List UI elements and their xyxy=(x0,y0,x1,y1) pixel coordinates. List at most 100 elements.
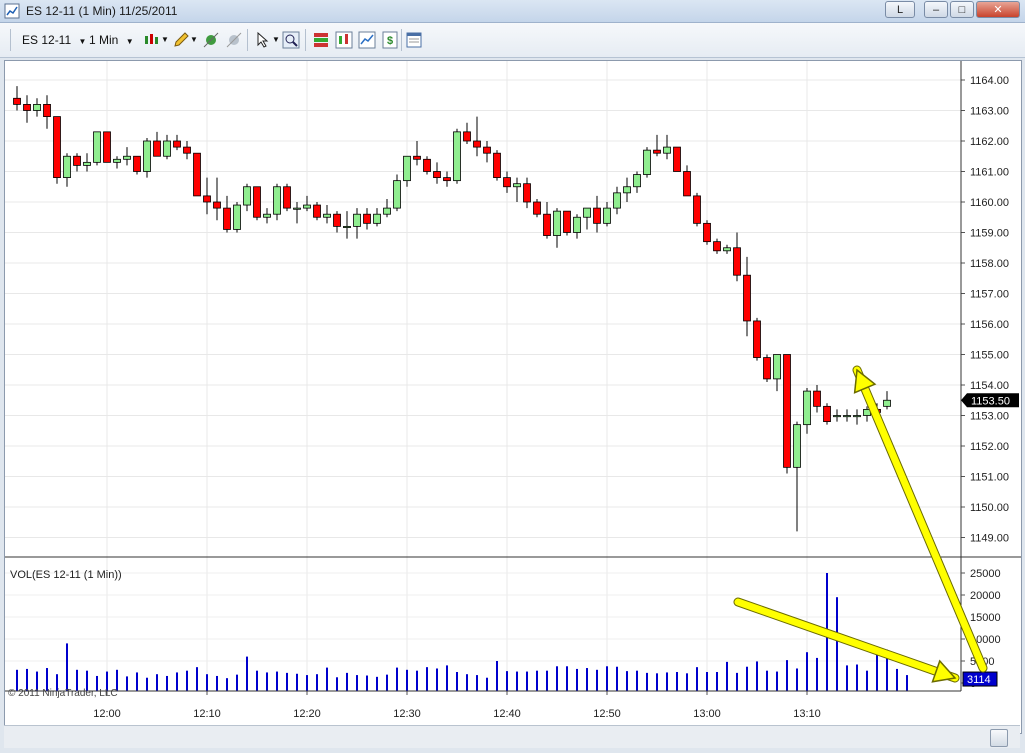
chevron-down-icon[interactable]: ▼ xyxy=(161,31,169,49)
price-tick-label: 1159.00 xyxy=(970,228,1009,240)
candle-down xyxy=(133,155,141,172)
data-box-icon[interactable] xyxy=(405,31,423,49)
chart-properties-icon[interactable] xyxy=(358,31,376,49)
toolbar-separator xyxy=(401,29,402,51)
last-volume-label: 3114 xyxy=(967,674,991,686)
maximize-button[interactable]: □ xyxy=(950,1,974,18)
volume-bar xyxy=(686,673,688,691)
chart-area[interactable]: 1164.00 1163.00 1162.00 1161.00 1160.00 1159.… xyxy=(4,60,1022,734)
volume-bar xyxy=(846,665,848,691)
volume-bar xyxy=(136,672,138,691)
volume-bar xyxy=(726,661,728,691)
volume-bar xyxy=(356,675,358,691)
candle-down xyxy=(43,104,51,118)
chart-canvas[interactable]: 1164.00 1163.00 1162.00 1161.00 1160.00 1159.… xyxy=(5,61,1021,726)
candle-up xyxy=(113,158,121,163)
toolbar-separator xyxy=(247,29,248,51)
candle-up xyxy=(243,186,251,206)
time-tick-label: 12:20 xyxy=(293,708,321,720)
volume-bar xyxy=(276,671,278,691)
interval-selector[interactable]: 1 Min ▼ xyxy=(89,31,134,49)
candle-down xyxy=(193,152,201,197)
volume-bar xyxy=(906,675,908,691)
candle-down xyxy=(73,155,81,166)
time-tick-label: 13:10 xyxy=(793,708,821,720)
volume-bar xyxy=(126,676,128,691)
candle-up xyxy=(663,146,671,154)
price-tick-label: 1156.00 xyxy=(970,319,1009,331)
candle-up xyxy=(773,354,781,380)
volume-bar xyxy=(176,672,178,691)
volume-bar xyxy=(486,677,488,691)
volume-bar xyxy=(666,672,668,691)
candle-down xyxy=(703,222,711,243)
volume-bar xyxy=(156,674,158,691)
strategy-icon[interactable] xyxy=(225,31,243,49)
candle-up xyxy=(573,216,581,233)
volume-bar xyxy=(896,668,898,691)
candle-down xyxy=(443,177,451,182)
volume-bar xyxy=(66,643,68,691)
candle-up xyxy=(263,213,271,218)
candle-down xyxy=(493,152,501,178)
candle-down xyxy=(13,97,21,105)
candle-up xyxy=(123,155,131,160)
candle-down xyxy=(363,213,371,224)
chevron-down-icon: ▼ xyxy=(78,37,87,46)
candle-up xyxy=(643,149,651,175)
volume-bar xyxy=(756,661,758,691)
zoom-icon[interactable] xyxy=(282,31,300,49)
candle-up xyxy=(513,183,521,188)
volume-bar xyxy=(566,666,568,691)
volume-bar xyxy=(286,672,288,691)
candle-down xyxy=(473,140,481,148)
volume-bar xyxy=(676,672,678,691)
volume-bar xyxy=(426,667,428,691)
volume-bar xyxy=(606,666,608,691)
volume-bar xyxy=(216,675,218,691)
candle-up xyxy=(233,204,241,230)
price-tick-label: 1152.00 xyxy=(970,441,1009,453)
link-button[interactable]: L xyxy=(885,1,915,18)
volume-bar xyxy=(376,676,378,691)
dollar-icon[interactable]: $ xyxy=(381,31,399,49)
candles-icon[interactable] xyxy=(335,31,353,49)
candle-down xyxy=(253,186,261,218)
volume-bar xyxy=(776,671,778,691)
candle-up xyxy=(373,213,381,224)
candle-up xyxy=(143,140,151,172)
candle-down xyxy=(743,274,751,322)
time-tick-label: 12:00 xyxy=(93,708,121,720)
bar-style-icon[interactable] xyxy=(143,31,161,49)
candle-down xyxy=(203,195,211,203)
time-tick-label: 12:30 xyxy=(393,708,421,720)
volume-bar xyxy=(296,673,298,691)
candle-down xyxy=(563,210,571,233)
cursor-icon[interactable] xyxy=(254,31,272,49)
chevron-down-icon: ▼ xyxy=(125,37,134,46)
volume-panel xyxy=(16,573,908,691)
price-tick-label: 1162.00 xyxy=(970,136,1009,148)
chart-trader-icon[interactable] xyxy=(312,31,330,49)
volume-bar xyxy=(396,667,398,691)
instrument-selector[interactable]: ES 12-11 ▼ xyxy=(22,31,86,49)
time-tick-label: 12:10 xyxy=(193,708,221,720)
candle-up xyxy=(583,207,591,218)
volume-bar xyxy=(536,670,538,691)
window-title-bar[interactable]: ES 12-11 (1 Min) 11/25/2011 L – □ ✕ xyxy=(0,0,1025,23)
candle-down xyxy=(813,390,821,407)
price-tick-label: 1158.00 xyxy=(970,258,1009,270)
volume-tick-label: 25000 xyxy=(970,568,1001,580)
scroll-thumb[interactable] xyxy=(990,729,1008,747)
candle-down xyxy=(683,171,691,197)
pencil-icon[interactable] xyxy=(172,31,190,49)
candle-down xyxy=(423,158,431,172)
chevron-down-icon[interactable]: ▼ xyxy=(272,31,280,49)
candle-down xyxy=(183,146,191,154)
close-button[interactable]: ✕ xyxy=(976,1,1020,18)
horizontal-scrollbar[interactable] xyxy=(4,725,1020,748)
candle-down xyxy=(523,183,531,203)
indicator-icon[interactable] xyxy=(202,31,220,49)
minimize-button[interactable]: – xyxy=(924,1,948,18)
chevron-down-icon[interactable]: ▼ xyxy=(190,31,198,49)
